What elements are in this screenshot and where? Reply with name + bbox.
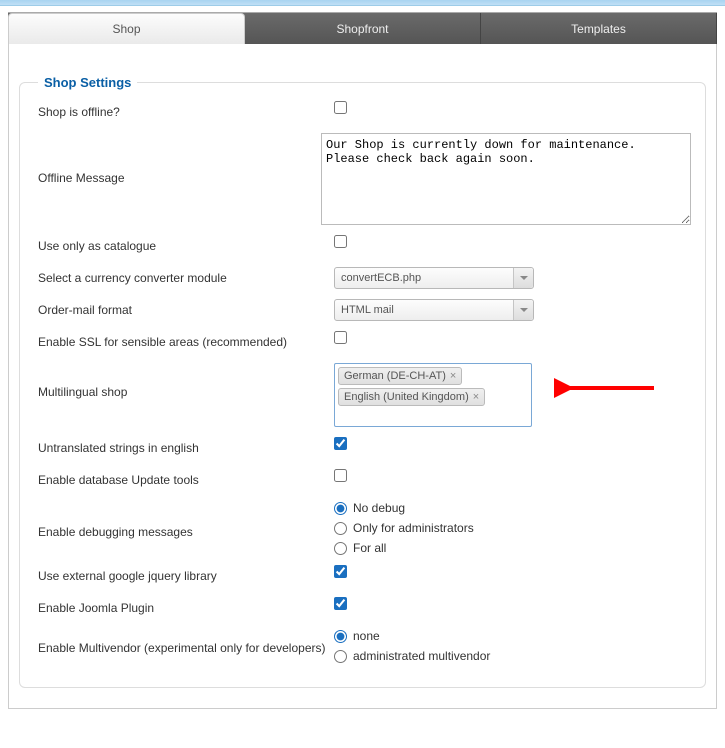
language-tag-label: German (DE-CH-AT) [344, 370, 446, 382]
radio-label: administrated multivendor [353, 649, 490, 663]
debug-radio-all[interactable] [334, 542, 347, 555]
radio-label: For all [353, 541, 386, 555]
multilingual-label: Multilingual shop [34, 363, 334, 403]
ssl-label: Enable SSL for sensible areas (recommend… [34, 331, 334, 353]
multivendor-radio-admin[interactable] [334, 650, 347, 663]
jquery-label: Use external google jquery library [34, 565, 334, 587]
multivendor-radio-none[interactable] [334, 630, 347, 643]
chevron-down-icon [513, 300, 533, 320]
offline-message-label: Offline Message [34, 133, 321, 189]
multivendor-label: Enable Multivendor (experimental only fo… [34, 629, 334, 659]
offline-label: Shop is offline? [34, 101, 334, 123]
radio-label: none [353, 629, 380, 643]
dbupdate-checkbox[interactable] [334, 469, 347, 482]
joomla-label: Enable Joomla Plugin [34, 597, 334, 619]
chevron-down-icon [513, 268, 533, 288]
fieldset-legend: Shop Settings [38, 75, 137, 90]
currency-select-value: convertECB.php [341, 272, 421, 284]
language-tag[interactable]: English (United Kingdom) × [338, 388, 485, 406]
debug-label: Enable debugging messages [34, 501, 334, 543]
debug-radio-nodebug[interactable] [334, 502, 347, 515]
currency-label: Select a currency converter module [34, 267, 334, 289]
ordermail-label: Order-mail format [34, 299, 334, 321]
untranslated-label: Untranslated strings in english [34, 437, 334, 459]
dbupdate-label: Enable database Update tools [34, 469, 334, 491]
ordermail-select[interactable]: HTML mail [334, 299, 534, 321]
shop-settings-fieldset: Shop Settings Shop is offline? Offline M… [19, 82, 706, 688]
ordermail-select-value: HTML mail [341, 304, 394, 316]
radio-label: Only for administrators [353, 521, 474, 535]
close-icon[interactable]: × [473, 391, 479, 403]
close-icon[interactable]: × [450, 370, 456, 382]
tab-shopfront[interactable]: Shopfront [245, 13, 481, 44]
tab-bar: Shop Shopfront Templates [8, 12, 717, 44]
debug-radio-admins[interactable] [334, 522, 347, 535]
catalogue-label: Use only as catalogue [34, 235, 334, 257]
currency-select[interactable]: convertECB.php [334, 267, 534, 289]
radio-label: No debug [353, 501, 405, 515]
offline-message-textarea[interactable] [321, 133, 691, 225]
catalogue-checkbox[interactable] [334, 235, 347, 248]
tab-templates[interactable]: Templates [481, 13, 717, 44]
jquery-checkbox[interactable] [334, 565, 347, 578]
offline-checkbox[interactable] [334, 101, 347, 114]
untranslated-checkbox[interactable] [334, 437, 347, 450]
arrow-annotation [554, 373, 664, 403]
language-tag[interactable]: German (DE-CH-AT) × [338, 367, 462, 385]
multilingual-tagbox[interactable]: German (DE-CH-AT) × English (United King… [334, 363, 532, 427]
language-tag-label: English (United Kingdom) [344, 391, 469, 403]
ssl-checkbox[interactable] [334, 331, 347, 344]
tab-shop[interactable]: Shop [8, 13, 245, 44]
joomla-checkbox[interactable] [334, 597, 347, 610]
